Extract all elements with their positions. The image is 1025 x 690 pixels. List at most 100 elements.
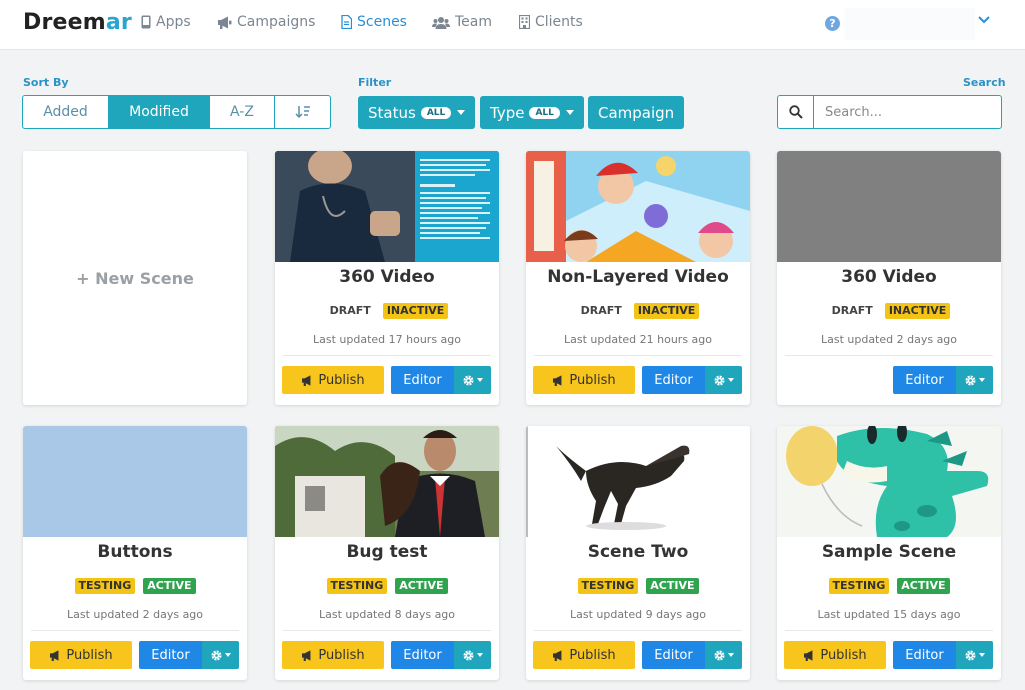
chevron-down-icon[interactable] [978,16,990,24]
mobile-icon [141,15,151,29]
publish-button[interactable]: Publish [282,366,384,394]
megaphone-icon [553,374,562,386]
editor-button[interactable]: Editor [642,641,705,669]
editor-button[interactable]: Editor [391,366,454,394]
divider [785,355,993,356]
publish-button[interactable]: Publish [533,641,635,669]
last-updated: Last updated 17 hours ago [312,333,462,346]
gear-icon [714,649,725,661]
nav-team[interactable]: Team [432,14,492,30]
scene-title[interactable]: Sample Scene [777,542,1001,562]
settings-dropdown-button[interactable] [705,641,742,669]
megaphone-icon [302,649,311,661]
gear-icon [965,649,976,661]
sort-modified-button[interactable]: Modified [109,96,210,128]
scene-thumbnail[interactable] [526,151,750,262]
state-badge: ACTIVE [143,578,196,594]
nav-clients[interactable]: Clients [519,14,583,30]
scene-thumbnail[interactable] [275,426,499,537]
scene-thumbnail[interactable] [526,426,750,537]
divider [31,630,239,631]
sort-added-button[interactable]: Added [23,96,109,128]
megaphone-icon [804,649,813,661]
scene-card: Buttons TESTING ACTIVE Last updated 2 da… [23,426,247,680]
megaphone-icon [553,649,562,661]
publish-button[interactable]: Publish [30,641,132,669]
divider [283,630,491,631]
settings-dropdown-button[interactable] [454,641,491,669]
scene-card: 360 Video DRAFT INACTIVE Last updated 17… [275,151,499,405]
scene-title[interactable]: Scene Two [526,542,750,562]
nav-campaigns[interactable]: Campaigns [217,14,315,30]
scene-card: Non-Layered Video DRAFT INACTIVE Last up… [526,151,750,405]
status-badge: TESTING [577,578,639,594]
scene-title[interactable]: 360 Video [777,267,1001,287]
top-nav: Dreemar Apps Campaigns Scenes Team Clien… [0,0,1025,50]
search-icon[interactable] [778,96,814,128]
publish-button[interactable]: Publish [282,641,384,669]
user-menu[interactable] [845,8,975,40]
editor-button[interactable]: Editor [139,641,202,669]
sort-label: Sort By [23,76,69,89]
type-filter-button[interactable]: Type ALL [480,96,584,129]
caret-down-icon [565,110,574,115]
scene-thumbnail[interactable] [777,426,1001,537]
editor-button[interactable]: Editor [893,641,956,669]
settings-dropdown-button[interactable] [454,366,491,394]
scene-thumbnail[interactable] [777,151,1001,262]
status-badge: DRAFT [580,304,622,317]
divider [534,355,742,356]
gear-icon [965,374,976,386]
settings-dropdown-button[interactable] [956,366,993,394]
scene-card: 360 Video DRAFT INACTIVE Last updated 2 … [777,151,1001,405]
caret-down-icon [225,653,231,657]
last-updated: Last updated 15 days ago [817,608,961,621]
sort-az-button[interactable]: A-Z [210,96,275,128]
status-badge: DRAFT [329,304,371,317]
megaphone-icon [50,649,59,661]
scene-thumbnail[interactable] [23,426,247,537]
divider [534,630,742,631]
caret-down-icon [728,378,734,382]
scene-title[interactable]: Bug test [275,542,499,562]
logo[interactable]: Dreemar [23,10,132,35]
status-filter-badge: ALL [420,106,452,119]
scene-badges: TESTING ACTIVE [23,578,247,594]
new-scene-card[interactable]: + New Scene [23,151,247,405]
scene-title[interactable]: Non-Layered Video [526,267,750,287]
state-badge: ACTIVE [395,578,448,594]
editor-button[interactable]: Editor [893,366,956,394]
publish-button[interactable]: Publish [784,641,886,669]
scene-title[interactable]: 360 Video [275,267,499,287]
editor-button[interactable]: Editor [642,366,705,394]
nav-scenes[interactable]: Scenes [341,14,407,30]
status-badge: TESTING [74,578,136,594]
scene-title[interactable]: Buttons [23,542,247,562]
search-label: Search [963,76,1006,89]
type-filter-badge: ALL [529,106,560,119]
editor-button[interactable]: Editor [391,641,454,669]
scene-badges: DRAFT INACTIVE [526,303,750,319]
last-updated: Last updated 9 days ago [569,608,707,621]
gear-icon [463,374,474,386]
state-badge: ACTIVE [646,578,699,594]
nav-apps[interactable]: Apps [141,14,191,30]
help-icon[interactable]: ? [825,16,840,31]
status-badge: TESTING [828,578,890,594]
state-badge: INACTIVE [382,303,449,319]
search-input[interactable] [814,96,1001,128]
campaign-filter-button[interactable]: Campaign [588,96,685,129]
settings-dropdown-button[interactable] [956,641,993,669]
status-filter-button[interactable]: Status ALL [358,96,476,129]
divider [785,630,993,631]
settings-dropdown-button[interactable] [705,366,742,394]
scene-thumbnail[interactable] [275,151,499,262]
state-badge: INACTIVE [884,303,951,319]
caret-down-icon [477,378,483,382]
sort-direction-button[interactable] [275,96,330,128]
state-badge: ACTIVE [897,578,950,594]
filter-label: Filter [358,76,392,89]
publish-button[interactable]: Publish [533,366,635,394]
status-badge: TESTING [326,578,388,594]
settings-dropdown-button[interactable] [202,641,239,669]
